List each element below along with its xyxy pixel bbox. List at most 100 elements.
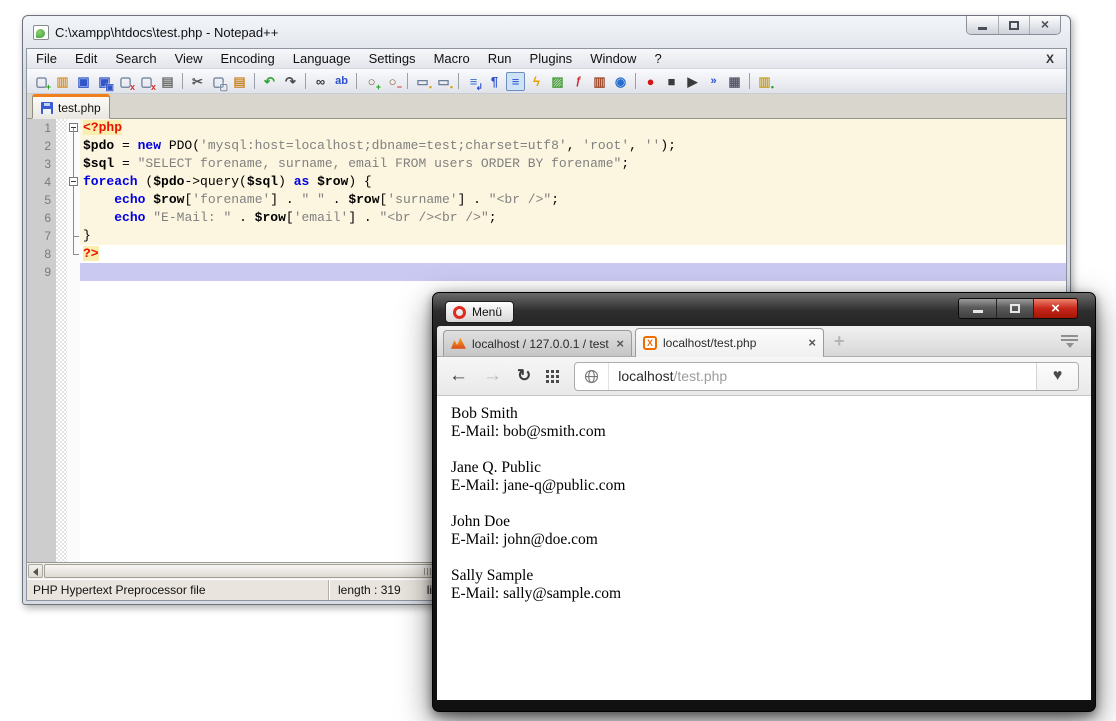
- fold-cell[interactable]: [67, 173, 80, 191]
- copy-icon[interactable]: ▢▢: [209, 72, 228, 91]
- close-all-icon[interactable]: ▢x: [137, 72, 156, 91]
- record-email: E-Mail: jane-q@public.com: [451, 477, 1091, 495]
- menu-item-macro[interactable]: Macro: [425, 51, 479, 66]
- macro-save-icon[interactable]: ▦: [725, 72, 744, 91]
- document-map-icon[interactable]: ▨: [548, 72, 567, 91]
- tab-label: localhost/test.php: [663, 336, 802, 350]
- code-text[interactable]: $sql = "SELECT forename, surname, email …: [80, 155, 1066, 173]
- browser-tab-2[interactable]: Xlocalhost/test.php×: [635, 328, 824, 357]
- menu-item-language[interactable]: Language: [284, 51, 360, 66]
- line-number: 5: [27, 191, 56, 209]
- opera-close-button[interactable]: [1033, 299, 1077, 318]
- sync-vertical-icon[interactable]: ▭•: [413, 72, 432, 91]
- show-all-characters-icon[interactable]: ¶: [485, 72, 504, 91]
- npp-close-button[interactable]: [1029, 16, 1060, 34]
- menu-item-search[interactable]: Search: [106, 51, 165, 66]
- scroll-left-arrow[interactable]: [28, 564, 43, 578]
- status-length: length : 319: [338, 583, 401, 597]
- globe-icon: [575, 363, 609, 390]
- minimize-icon: [973, 310, 983, 313]
- code-line: 1<?php: [27, 119, 1066, 137]
- zoom-in-icon[interactable]: ○+: [362, 72, 381, 91]
- document-tab-testphp[interactable]: test.php: [32, 94, 110, 119]
- npp-minimize-button[interactable]: [967, 16, 998, 34]
- menu-item-view[interactable]: View: [166, 51, 212, 66]
- address-bar[interactable]: localhost/test.php ♥: [574, 362, 1079, 391]
- tab-close-icon[interactable]: ×: [616, 338, 624, 350]
- code-text[interactable]: $pdo = new PDO('mysql:host=localhost;dbn…: [80, 137, 1066, 155]
- fold-cell: [67, 137, 80, 155]
- macro-run-multiple-icon[interactable]: »: [704, 72, 723, 91]
- code-text[interactable]: <?php: [80, 119, 1066, 137]
- indent-guide-icon[interactable]: ≡: [506, 72, 525, 91]
- back-button[interactable]: ←: [449, 365, 468, 387]
- macro-stop-icon[interactable]: ■: [662, 72, 681, 91]
- record-email: E-Mail: john@doe.com: [451, 531, 1091, 549]
- sync-horizontal-icon[interactable]: ▭•: [434, 72, 453, 91]
- close-file-icon[interactable]: ▢x: [116, 72, 135, 91]
- new-tab-button[interactable]: +: [834, 331, 845, 352]
- user-record: John DoeE-Mail: john@doe.com: [451, 513, 1091, 549]
- print-icon[interactable]: ▤: [158, 72, 177, 91]
- menu-item-help[interactable]: ?: [645, 51, 670, 66]
- word-wrap-icon[interactable]: ≡↲: [464, 72, 483, 91]
- plugins-admin-icon[interactable]: ▥•: [755, 72, 774, 91]
- macro-play-icon[interactable]: ▶: [683, 72, 702, 91]
- tab-list-icon[interactable]: [1061, 335, 1078, 352]
- save-all-icon[interactable]: ▣▣: [95, 72, 114, 91]
- menu-item-edit[interactable]: Edit: [66, 51, 106, 66]
- maximize-icon: [1010, 304, 1020, 313]
- notepadpp-app-icon: [33, 25, 49, 40]
- function-list-icon[interactable]: ƒ: [569, 72, 588, 91]
- tab-close-icon[interactable]: ×: [808, 337, 816, 349]
- menu-item-run[interactable]: Run: [479, 51, 521, 66]
- menu-item-file[interactable]: File: [27, 51, 66, 66]
- record-name: John Doe: [451, 513, 1091, 531]
- new-file-icon[interactable]: ▢+: [32, 72, 51, 91]
- code-text[interactable]: echo $row['forename'] . " " . $row['surn…: [80, 191, 1066, 209]
- bookmark-heart-button[interactable]: ♥: [1036, 363, 1078, 390]
- npp-maximize-button[interactable]: [998, 16, 1029, 34]
- monitoring-icon[interactable]: ◉: [611, 72, 630, 91]
- code-text[interactable]: }: [80, 227, 1066, 245]
- saved-file-icon: [41, 102, 53, 114]
- code-text[interactable]: foreach ($pdo->query($sql) as $row) {: [80, 173, 1066, 191]
- browser-tab-1[interactable]: localhost / 127.0.0.1 / test×: [443, 330, 632, 356]
- opera-minimize-button[interactable]: [959, 299, 996, 318]
- open-folder-icon[interactable]: ▥: [53, 72, 72, 91]
- opera-window: Menü localhost / 127.0.0.1 / test×Xlocal…: [432, 292, 1096, 712]
- cut-icon[interactable]: ✂: [188, 72, 207, 91]
- undo-icon[interactable]: ↶: [260, 72, 279, 91]
- menu-close-x[interactable]: X: [1046, 52, 1066, 66]
- macro-record-icon[interactable]: ●: [641, 72, 660, 91]
- reload-button[interactable]: ↻: [517, 366, 531, 386]
- find-icon[interactable]: ∞: [311, 72, 330, 91]
- forward-button[interactable]: →: [483, 365, 502, 387]
- redo-icon[interactable]: ↷: [281, 72, 300, 91]
- code-text[interactable]: [80, 263, 1066, 281]
- toolbar-separator: [254, 73, 255, 89]
- line-number: 3: [27, 155, 56, 173]
- opera-menu-button[interactable]: Menü: [445, 301, 514, 323]
- menu-item-encoding[interactable]: Encoding: [212, 51, 284, 66]
- notepadpp-menubar: FileEditSearchViewEncodingLanguageSettin…: [27, 49, 1066, 69]
- bookmark-cell: [56, 209, 67, 227]
- fold-toggle-icon[interactable]: [69, 177, 78, 186]
- opera-maximize-button[interactable]: [996, 299, 1033, 318]
- replace-icon[interactable]: ab: [332, 72, 351, 91]
- url-text[interactable]: localhost/test.php: [609, 368, 727, 384]
- bookmark-cell: [56, 191, 67, 209]
- menu-item-plugins[interactable]: Plugins: [521, 51, 582, 66]
- code-text[interactable]: echo "E-Mail: " . $row['email'] . "<br /…: [80, 209, 1066, 227]
- menu-item-settings[interactable]: Settings: [360, 51, 425, 66]
- user-defined-dialog-icon[interactable]: ϟ: [527, 72, 546, 91]
- menu-item-window[interactable]: Window: [581, 51, 645, 66]
- save-icon[interactable]: ▣: [74, 72, 93, 91]
- folder-as-workspace-icon[interactable]: ▥: [590, 72, 609, 91]
- fold-cell[interactable]: [67, 119, 80, 137]
- paste-icon[interactable]: ▤: [230, 72, 249, 91]
- zoom-out-icon[interactable]: ○−: [383, 72, 402, 91]
- speed-dial-icon[interactable]: [546, 370, 559, 383]
- code-text[interactable]: ?>: [80, 245, 1066, 263]
- opera-tabbar: localhost / 127.0.0.1 / test×Xlocalhost/…: [437, 326, 1091, 357]
